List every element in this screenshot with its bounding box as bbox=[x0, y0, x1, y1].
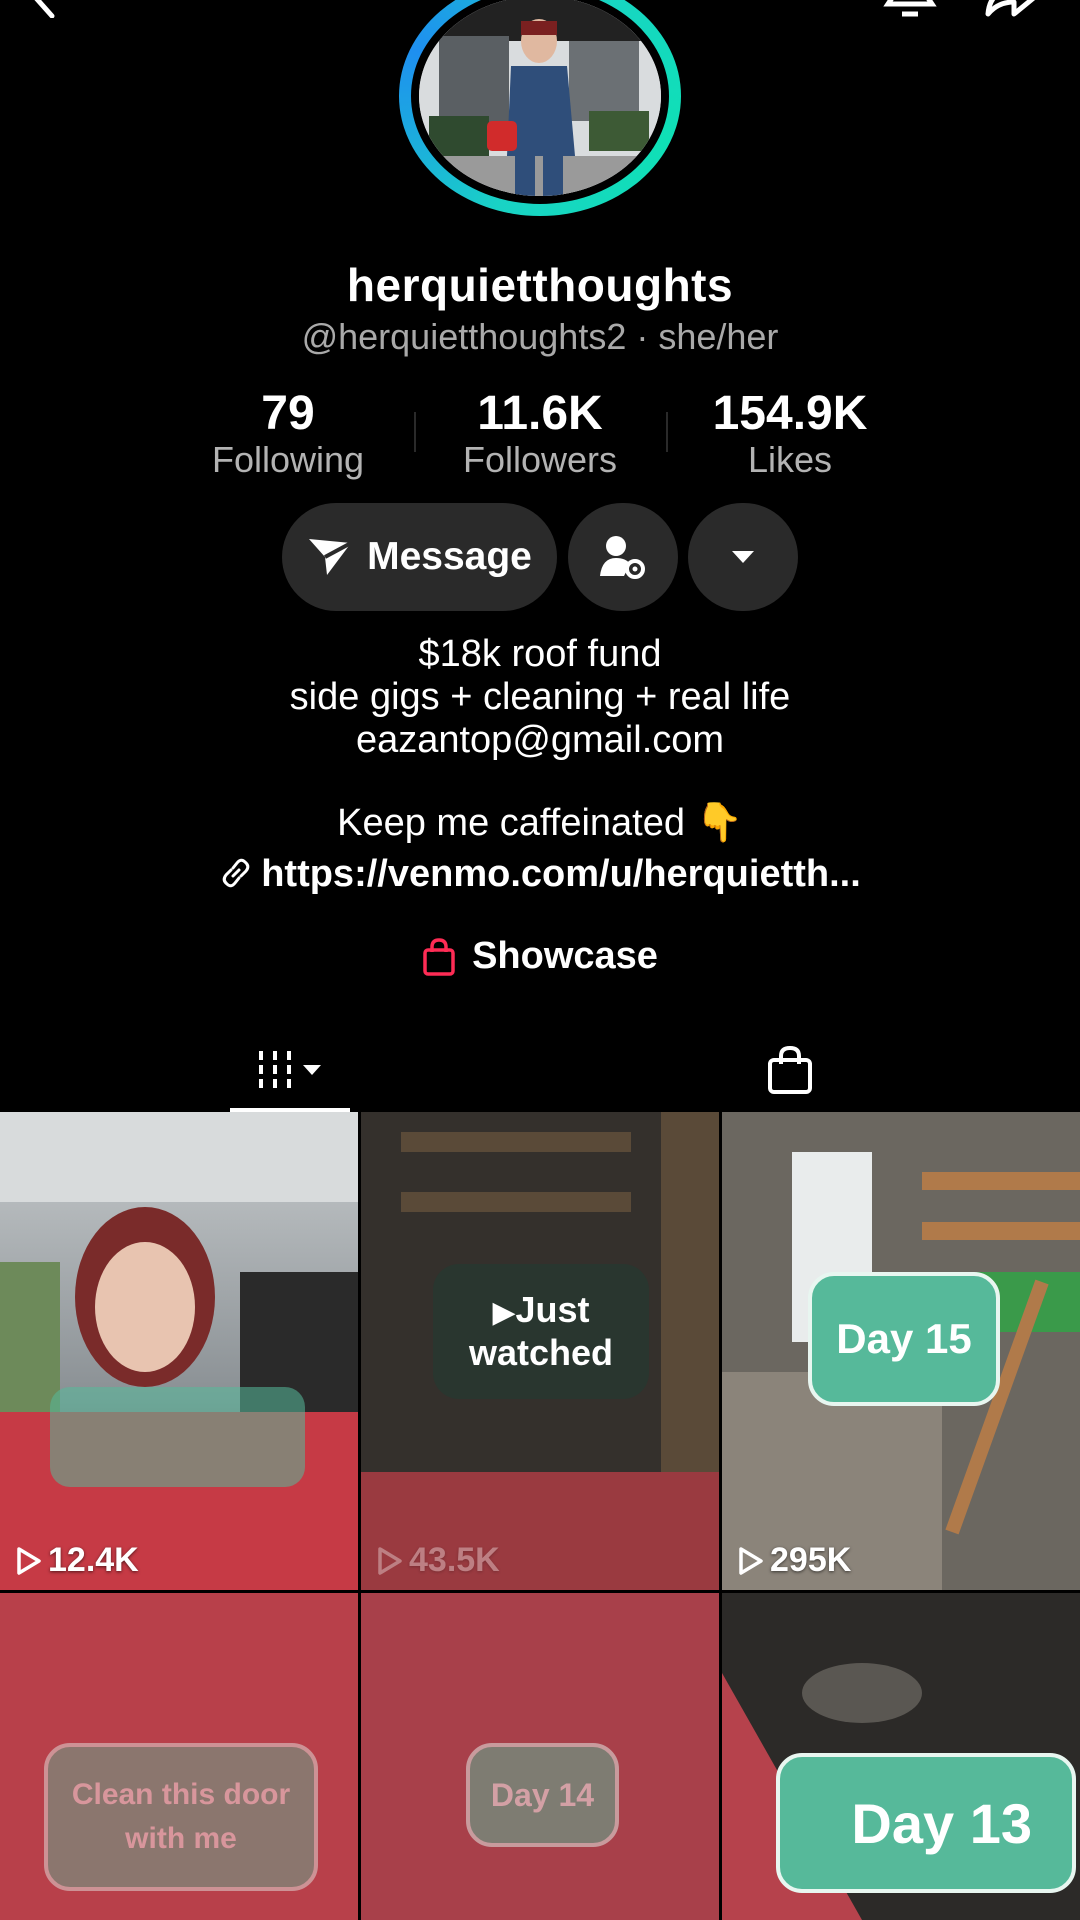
stat-value: 79 bbox=[261, 387, 315, 440]
tab-videos[interactable] bbox=[230, 1030, 350, 1110]
message-button[interactable]: Message bbox=[282, 503, 557, 611]
stat-divider bbox=[414, 412, 416, 452]
video-caption-bubble: Clean this door with me bbox=[44, 1743, 318, 1891]
view-count-text: 295K bbox=[770, 1541, 852, 1579]
bio-line: $18k roof fund bbox=[418, 633, 662, 675]
tab-shop[interactable] bbox=[750, 1030, 830, 1110]
grid-icon bbox=[259, 1051, 321, 1089]
bio-line: Keep me caffeinated 👇 bbox=[337, 802, 743, 844]
bio-link-text: https://venmo.com/u/herquietth... bbox=[261, 853, 861, 895]
play-icon bbox=[378, 1546, 402, 1575]
bio-line: eazantop@gmail.com bbox=[355, 719, 725, 761]
video-tile[interactable]: Day 13 bbox=[722, 1593, 1080, 1920]
display-name: herquietthoughts bbox=[346, 259, 734, 311]
link-icon bbox=[222, 858, 250, 888]
handle-pronouns: @herquietthoughts2 · she/her bbox=[301, 316, 779, 357]
stat-label: Followers bbox=[462, 439, 618, 480]
video-tile[interactable]: Day 15 295K bbox=[722, 1112, 1080, 1590]
view-count: 295K bbox=[738, 1541, 851, 1580]
back-icon[interactable] bbox=[22, 0, 62, 18]
showcase-label: Showcase bbox=[472, 935, 658, 977]
view-count: 12.4K bbox=[16, 1541, 139, 1580]
stat-value: 154.9K bbox=[712, 387, 868, 440]
share-icon[interactable] bbox=[980, 0, 1040, 22]
message-label: Message bbox=[367, 535, 532, 578]
stat-value: 11.6K bbox=[477, 387, 603, 440]
just-watched-bottom: watched bbox=[468, 1332, 614, 1373]
video-tile[interactable]: 12.4K bbox=[0, 1112, 358, 1590]
bio-link[interactable]: https://venmo.com/u/herquietth... bbox=[0, 853, 1080, 896]
video-caption-bubble: Day 14 bbox=[466, 1743, 619, 1847]
bell-icon[interactable] bbox=[880, 0, 940, 22]
view-count-text: 12.4K bbox=[48, 1541, 139, 1579]
video-tile[interactable]: Clean this door with me bbox=[0, 1593, 358, 1920]
view-count-text: 43.5K bbox=[409, 1541, 500, 1579]
video-caption-bubble: Day 15 bbox=[808, 1272, 1000, 1406]
add-friend-icon bbox=[600, 536, 645, 579]
play-icon bbox=[17, 1546, 41, 1575]
stat-label: Likes bbox=[747, 439, 833, 480]
stat-likes[interactable]: 154.9K Likes bbox=[670, 388, 910, 480]
video-caption-bubble: Day 13 bbox=[776, 1753, 1076, 1893]
bio-line: side gigs + cleaning + real life bbox=[289, 676, 791, 718]
video-tile[interactable]: ▶Just watched 43.5K bbox=[361, 1112, 719, 1590]
stat-divider bbox=[666, 412, 668, 452]
shopping-bag-icon bbox=[423, 937, 455, 976]
video-thumbnail bbox=[0, 1112, 358, 1590]
shopping-bag-icon bbox=[768, 1045, 812, 1094]
send-icon bbox=[309, 539, 353, 575]
view-count: 43.5K bbox=[377, 1541, 500, 1580]
avatar-photo bbox=[419, 0, 661, 196]
add-friend-button[interactable] bbox=[568, 503, 678, 611]
just-watched-top: Just bbox=[515, 1289, 590, 1330]
stat-following[interactable]: 79 Following bbox=[168, 388, 408, 480]
video-tile[interactable]: Day 14 bbox=[361, 1593, 719, 1920]
avatar[interactable] bbox=[399, 0, 681, 216]
stat-followers[interactable]: 11.6K Followers bbox=[420, 388, 660, 480]
more-options-button[interactable] bbox=[688, 503, 798, 611]
stat-label: Following bbox=[211, 439, 365, 480]
play-icon bbox=[739, 1546, 763, 1575]
showcase-link[interactable]: Showcase bbox=[0, 935, 1080, 978]
just-watched-badge: ▶Just watched bbox=[433, 1264, 649, 1399]
chevron-down-icon bbox=[732, 551, 754, 563]
